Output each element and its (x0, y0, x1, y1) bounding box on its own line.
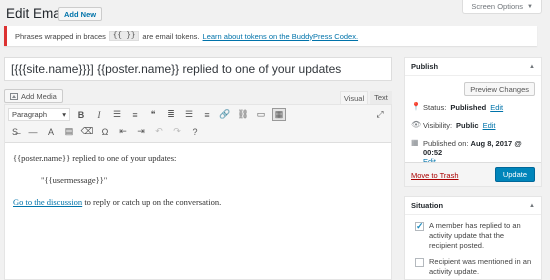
redo-icon[interactable]: ↷ (170, 125, 184, 138)
eye-icon: 👁 (411, 120, 422, 129)
codex-link[interactable]: Learn about tokens on the BuddyPress Cod… (203, 32, 359, 41)
status-value: Published (450, 103, 487, 112)
token-notice: Phrases wrapped in braces {{ }} are emai… (4, 26, 537, 46)
insert-link-icon[interactable]: 🔗 (218, 108, 232, 121)
content-quote: "{{usermessage}}" (41, 175, 108, 185)
publish-heading: Publish (411, 62, 439, 71)
content-line-3-rest: to reply or catch up on the conversation… (82, 197, 222, 207)
media-icon (10, 92, 18, 100)
situation-box: Situation ▲ A member has replied to an a… (404, 196, 542, 280)
special-character-icon[interactable]: Ω (98, 125, 112, 138)
add-media-label: Add Media (21, 91, 57, 101)
blockquote-icon[interactable]: ❝ (146, 108, 160, 121)
align-left-icon[interactable]: ≣ (164, 108, 178, 121)
format-select[interactable]: Paragraph ▾ (8, 108, 70, 121)
remove-link-icon[interactable]: ⛓ (236, 108, 250, 121)
situation-item[interactable]: A member has replied to an activity upda… (405, 215, 541, 251)
checkbox[interactable] (415, 258, 424, 267)
situation-item-label: Recipient was mentioned in an activity u… (429, 257, 532, 276)
situation-item-label: A member has replied to an activity upda… (429, 221, 521, 250)
preview-changes-button[interactable]: Preview Changes (464, 82, 535, 96)
caret-up-icon[interactable]: ▲ (529, 64, 535, 70)
publish-header[interactable]: Publish ▲ (405, 58, 541, 76)
read-more-icon[interactable]: ▭ (254, 108, 268, 121)
caret-up-icon[interactable]: ▲ (529, 203, 535, 209)
editor-toolbar: Paragraph ▾ B I ☰ ≡ ❝ ≣ ☰ ≡ 🔗 ⛓ ▭ ▦ ⤢ S̶… (5, 105, 391, 143)
add-media-button[interactable]: Add Media (4, 89, 63, 103)
bulleted-list-icon[interactable]: ☰ (110, 108, 124, 121)
toolbar-toggle-icon[interactable]: ▦ (272, 108, 286, 121)
screen-options-button[interactable]: Screen Options ▼ (462, 0, 542, 14)
situation-heading: Situation (411, 201, 444, 210)
numbered-list-icon[interactable]: ≡ (128, 108, 142, 121)
align-center-icon[interactable]: ☰ (182, 108, 196, 121)
horizontal-line-icon[interactable]: — (26, 125, 40, 138)
status-label: Status: (423, 103, 447, 112)
outdent-icon[interactable]: ⇤ (116, 125, 130, 138)
format-select-value: Paragraph (12, 110, 48, 119)
content-editor: Paragraph ▾ B I ☰ ≡ ❝ ≣ ☰ ≡ 🔗 ⛓ ▭ ▦ ⤢ S̶… (4, 104, 392, 280)
help-icon[interactable]: ? (188, 125, 202, 138)
align-right-icon[interactable]: ≡ (200, 108, 214, 121)
visibility-label: Visibility: (423, 121, 453, 130)
publish-actions: Move to Trash Update (405, 162, 541, 186)
content-line-1: {{poster.name}} replied to one of your u… (13, 153, 177, 163)
editor-content[interactable]: {{poster.name}} replied to one of your u… (5, 143, 391, 229)
chevron-down-icon: ▾ (62, 110, 66, 119)
strikethrough-icon[interactable]: S̶ (8, 125, 22, 138)
date-label: Published on: (423, 139, 469, 148)
indent-icon[interactable]: ⇥ (134, 125, 148, 138)
calendar-icon: ▦ (411, 138, 419, 147)
notice-prefix: Phrases wrapped in braces (15, 31, 106, 41)
tab-text[interactable]: Text (370, 91, 392, 104)
update-button[interactable]: Update (494, 167, 535, 182)
paste-as-text-icon[interactable]: ▤ (62, 125, 76, 138)
status-edit-link[interactable]: Edit (490, 103, 503, 112)
publish-box: Publish ▲ Preview Changes 📍 Status: Publ… (404, 57, 542, 187)
visibility-value: Public (456, 121, 479, 130)
tab-visual[interactable]: Visual (340, 91, 368, 104)
fullscreen-icon[interactable]: ⤢ (373, 108, 387, 121)
pin-icon: 📍 (411, 102, 421, 111)
notice-middle: are email tokens. (142, 31, 200, 41)
clear-formatting-icon[interactable]: ⌫ (80, 125, 94, 138)
discussion-link[interactable]: Go to the discussion (13, 197, 82, 207)
screen-options-label: Screen Options (471, 2, 524, 11)
token-code: {{ }} (108, 31, 140, 41)
italic-icon[interactable]: I (92, 108, 106, 121)
visibility-edit-link[interactable]: Edit (483, 121, 496, 130)
caret-down-icon: ▼ (527, 3, 533, 10)
checkbox[interactable] (415, 221, 424, 231)
situation-item[interactable]: Recipient was mentioned in an activity u… (405, 251, 541, 277)
post-title-input[interactable]: [{{{site.name}}}] {{poster.name}} replie… (4, 57, 392, 81)
content-line-3: Go to the discussion to reply or catch u… (13, 197, 383, 207)
move-to-trash-link[interactable]: Move to Trash (411, 171, 459, 180)
publish-visibility: 👁 Visibility: Public Edit (411, 120, 496, 131)
add-new-button[interactable]: Add New (58, 7, 103, 21)
undo-icon[interactable]: ↶ (152, 125, 166, 138)
bold-icon[interactable]: B (74, 108, 88, 121)
situation-header[interactable]: Situation ▲ (405, 197, 541, 215)
publish-status: 📍 Status: Published Edit (411, 102, 503, 113)
text-color-icon[interactable]: A (44, 125, 58, 138)
